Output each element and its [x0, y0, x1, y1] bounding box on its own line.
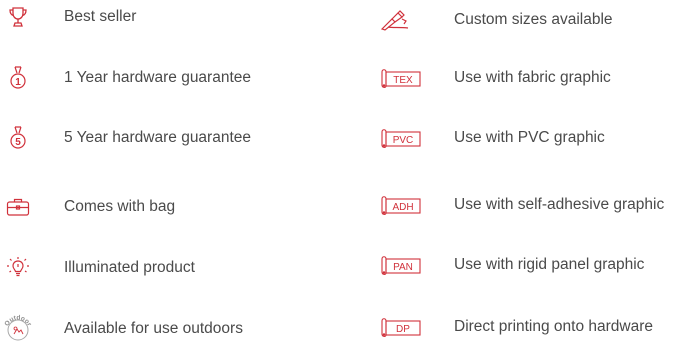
lightbulb-icon — [0, 248, 38, 288]
feature-rigid-panel: PAN Use with rigid panel graphic — [380, 245, 644, 285]
briefcase-icon — [0, 187, 38, 227]
hand-writing-icon — [380, 0, 422, 40]
svg-text:PAN: PAN — [393, 262, 413, 273]
svg-text:TEX: TEX — [393, 75, 413, 86]
feature-label: Use with PVC graphic — [454, 129, 605, 146]
graphic-roll-icon: TEX — [380, 58, 422, 98]
feature-label: Custom sizes available — [454, 11, 613, 28]
graphic-roll-icon: PVC — [380, 118, 422, 158]
feature-outdoors: Outdoor Available for use outdoors — [0, 309, 243, 349]
feature-pvc: PVC Use with PVC graphic — [380, 118, 605, 158]
svg-text:5: 5 — [15, 137, 21, 148]
feature-direct-printing: DP Direct printing onto hardware — [380, 307, 653, 347]
feature-fabric: TEX Use with fabric graphic — [380, 58, 611, 98]
svg-text:Outdoor: Outdoor — [3, 315, 32, 328]
feature-label: 5 Year hardware guarantee — [64, 129, 252, 146]
feature-illuminated: Illuminated product — [0, 248, 195, 288]
feature-label: Best seller — [64, 8, 137, 25]
svg-text:PVC: PVC — [393, 135, 414, 146]
medal-1-icon: 1 — [0, 58, 38, 98]
graphic-roll-icon: ADH — [380, 185, 422, 225]
feature-self-adhesive: ADH Use with self-adhesive graphic — [380, 185, 664, 225]
feature-label: Direct printing onto hardware — [454, 318, 654, 335]
outdoor-badge-icon: Outdoor — [0, 309, 38, 349]
trophy-icon — [0, 0, 38, 37]
feature-label: Use with rigid panel graphic — [454, 256, 645, 273]
feature-1-year-guarantee: 1 1 Year hardware guarantee — [0, 58, 251, 98]
feature-5-year-guarantee: 5 5 Year hardware guarantee — [0, 118, 251, 158]
medal-5-icon: 5 — [0, 118, 38, 158]
feature-custom-sizes: Custom sizes available — [380, 0, 613, 40]
feature-best-seller: Best seller — [0, 0, 136, 37]
feature-bag: Comes with bag — [0, 187, 175, 227]
graphic-roll-icon: DP — [380, 307, 422, 347]
feature-label: 1 Year hardware guarantee — [64, 69, 252, 86]
feature-label: Use with self-adhesive graphic — [454, 196, 665, 213]
feature-label: Available for use outdoors — [64, 320, 243, 337]
svg-text:DP: DP — [396, 324, 410, 335]
feature-label: Illuminated product — [64, 259, 195, 276]
svg-text:ADH: ADH — [392, 202, 413, 213]
graphic-roll-icon: PAN — [380, 245, 422, 285]
svg-text:1: 1 — [15, 77, 21, 88]
feature-label: Comes with bag — [64, 198, 176, 215]
feature-label: Use with fabric graphic — [454, 69, 611, 86]
